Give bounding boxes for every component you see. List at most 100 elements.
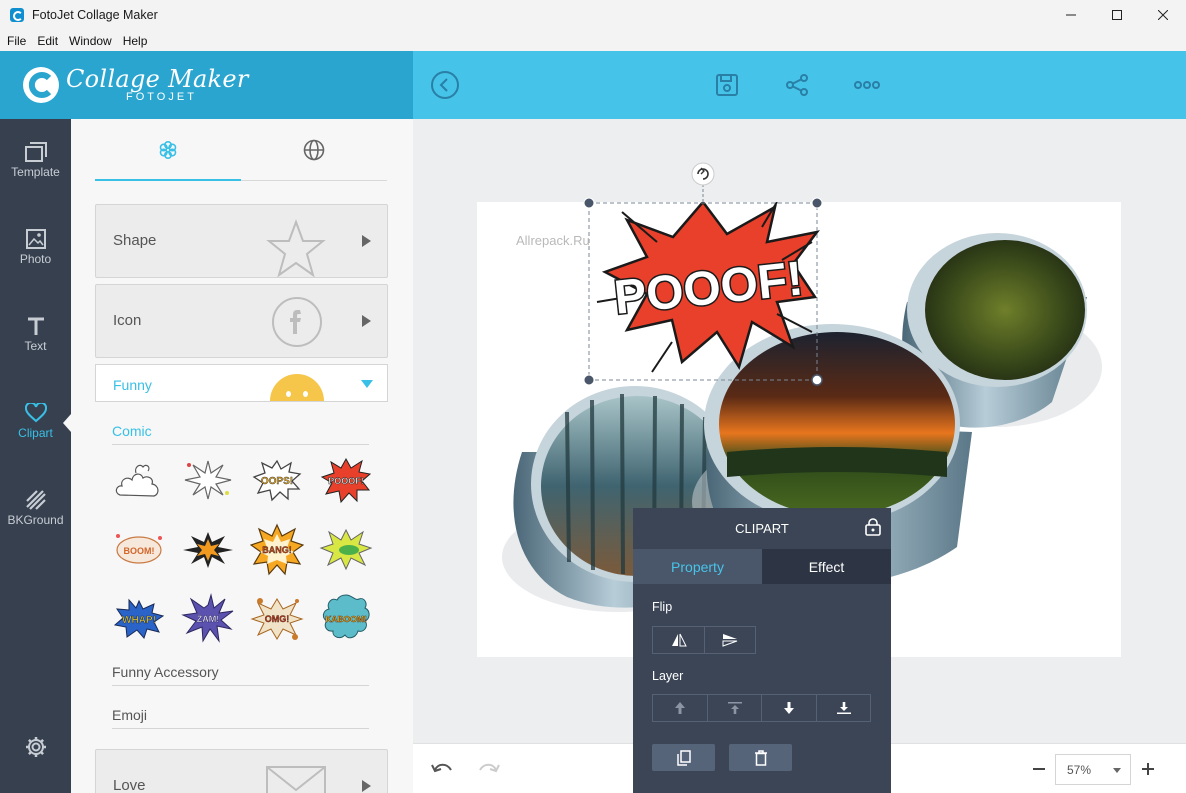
- category-label: Icon: [113, 312, 142, 329]
- brand-header: Collage Maker FOTOJET: [0, 51, 413, 119]
- bring-to-front-icon: [727, 702, 742, 714]
- send-to-back-button[interactable]: [817, 695, 870, 721]
- close-icon: [1158, 10, 1168, 20]
- send-to-back-icon: [836, 702, 851, 714]
- active-tab-indicator: [95, 179, 241, 181]
- clipart-item[interactable]: [319, 522, 373, 576]
- tab-online-clipart[interactable]: [241, 139, 387, 165]
- expand-arrow-icon: [362, 315, 371, 327]
- brand-text: Collage Maker FOTOJET: [66, 67, 249, 103]
- clipart-item[interactable]: [181, 522, 235, 576]
- window-controls: [1048, 0, 1186, 30]
- close-button[interactable]: [1140, 0, 1186, 30]
- clipart-item[interactable]: OMG!: [250, 591, 304, 645]
- nav-item-template[interactable]: Template: [0, 129, 71, 191]
- category-icon[interactable]: Icon: [95, 284, 388, 358]
- comic-text: BANG!: [262, 545, 292, 555]
- flip-vertical-icon: [722, 634, 738, 647]
- clipart-item[interactable]: WHAP!: [112, 591, 166, 645]
- duplicate-button[interactable]: [652, 744, 715, 771]
- category-shape[interactable]: Shape: [95, 204, 388, 278]
- flip-vertical-button[interactable]: [705, 627, 755, 653]
- smiley-icon: [270, 374, 324, 401]
- redo-icon[interactable]: [478, 761, 500, 777]
- save-icon: [716, 74, 738, 96]
- star-icon: [266, 219, 326, 278]
- trash-icon: [754, 749, 767, 766]
- settings-button[interactable]: [0, 717, 71, 779]
- tab-effect[interactable]: Effect: [762, 549, 891, 584]
- whap-clipart-icon: WHAP!: [113, 598, 165, 639]
- dropdown-selected-value: Funny: [113, 377, 152, 393]
- tab-local-clipart[interactable]: [95, 139, 241, 165]
- category-dropdown-funny[interactable]: Funny: [95, 364, 388, 402]
- clipart-item[interactable]: KABOOM!: [319, 591, 373, 645]
- clipart-item[interactable]: BOOM!: [112, 522, 166, 576]
- background-icon: [25, 489, 46, 510]
- maximize-button[interactable]: [1094, 0, 1140, 30]
- splash-clipart-icon: [319, 528, 373, 571]
- selection-handles[interactable]: [580, 160, 830, 390]
- category-label: Shape: [113, 232, 157, 249]
- clipart-item[interactable]: [112, 453, 166, 507]
- nav-label-background: BKGround: [7, 512, 64, 527]
- subcategory-emoji[interactable]: Emoji: [112, 707, 369, 729]
- lock-icon[interactable]: [865, 518, 881, 536]
- menu-window[interactable]: Window: [69, 34, 112, 48]
- undo-icon[interactable]: [431, 761, 453, 777]
- popup-header: CLIPART: [633, 508, 891, 548]
- arrow-down-icon: [784, 702, 794, 714]
- kaboom-clipart-icon: KABOOM!: [322, 594, 370, 639]
- clipart-item[interactable]: POOOF!: [319, 453, 373, 507]
- share-button[interactable]: [782, 70, 812, 100]
- menu-edit[interactable]: Edit: [37, 34, 58, 48]
- nav-item-text[interactable]: Text: [0, 303, 71, 365]
- zoom-in-icon[interactable]: [1142, 763, 1154, 775]
- chevron-down-icon: [1113, 768, 1121, 773]
- comic-text: OMG!: [265, 614, 290, 624]
- nav-item-photo[interactable]: Photo: [0, 216, 71, 278]
- left-nav: Template Photo Text Clipart BKGround: [0, 119, 71, 793]
- subcategory-funny-accessory[interactable]: Funny Accessory: [112, 664, 369, 686]
- comic-text: OOPS!: [261, 476, 293, 487]
- copy-icon: [676, 749, 691, 766]
- flip-horizontal-button[interactable]: [653, 627, 705, 653]
- arrow-up-icon: [675, 702, 685, 714]
- menu-help[interactable]: Help: [123, 34, 148, 48]
- menu-bar: File Edit Window Help: [0, 30, 1186, 51]
- zoom-out-icon[interactable]: [1033, 768, 1045, 771]
- bring-to-front-button[interactable]: [708, 695, 762, 721]
- bring-forward-button[interactable]: [653, 695, 708, 721]
- expand-arrow-icon: [362, 235, 371, 247]
- clipart-item[interactable]: ZAM!: [181, 591, 235, 645]
- clipart-item[interactable]: OOPS!: [250, 453, 304, 507]
- subcategory-comic[interactable]: Comic: [112, 423, 369, 445]
- send-backward-button[interactable]: [762, 695, 817, 721]
- minimize-icon: [1066, 14, 1076, 16]
- nav-label-text: Text: [24, 338, 47, 353]
- clipart-item[interactable]: [181, 453, 235, 507]
- nav-label-clipart: Clipart: [18, 425, 53, 440]
- nav-label-template: Template: [11, 164, 60, 179]
- app-icon: [10, 8, 24, 22]
- category-love[interactable]: Love: [95, 749, 388, 793]
- zoom-select[interactable]: 57%: [1055, 754, 1131, 785]
- more-button[interactable]: [852, 70, 882, 100]
- minimize-button[interactable]: [1048, 0, 1094, 30]
- clipart-item[interactable]: BANG!: [249, 522, 305, 576]
- back-icon: [431, 71, 459, 99]
- top-toolbar: [413, 51, 1186, 119]
- back-button[interactable]: [430, 70, 460, 100]
- tab-property[interactable]: Property: [633, 549, 762, 584]
- zam-clipart-icon: ZAM!: [181, 593, 234, 643]
- brand-subtitle: FOTOJET: [126, 91, 197, 103]
- delete-button[interactable]: [729, 744, 792, 771]
- nav-item-clipart[interactable]: Clipart: [0, 390, 71, 452]
- flip-horizontal-icon: [671, 633, 687, 647]
- nav-item-background[interactable]: BKGround: [0, 477, 71, 539]
- burst-clipart-icon: [184, 460, 232, 500]
- menu-file[interactable]: File: [7, 34, 26, 48]
- expand-arrow-icon: [362, 780, 371, 792]
- save-button[interactable]: [712, 70, 742, 100]
- popup-title: CLIPART: [735, 520, 789, 536]
